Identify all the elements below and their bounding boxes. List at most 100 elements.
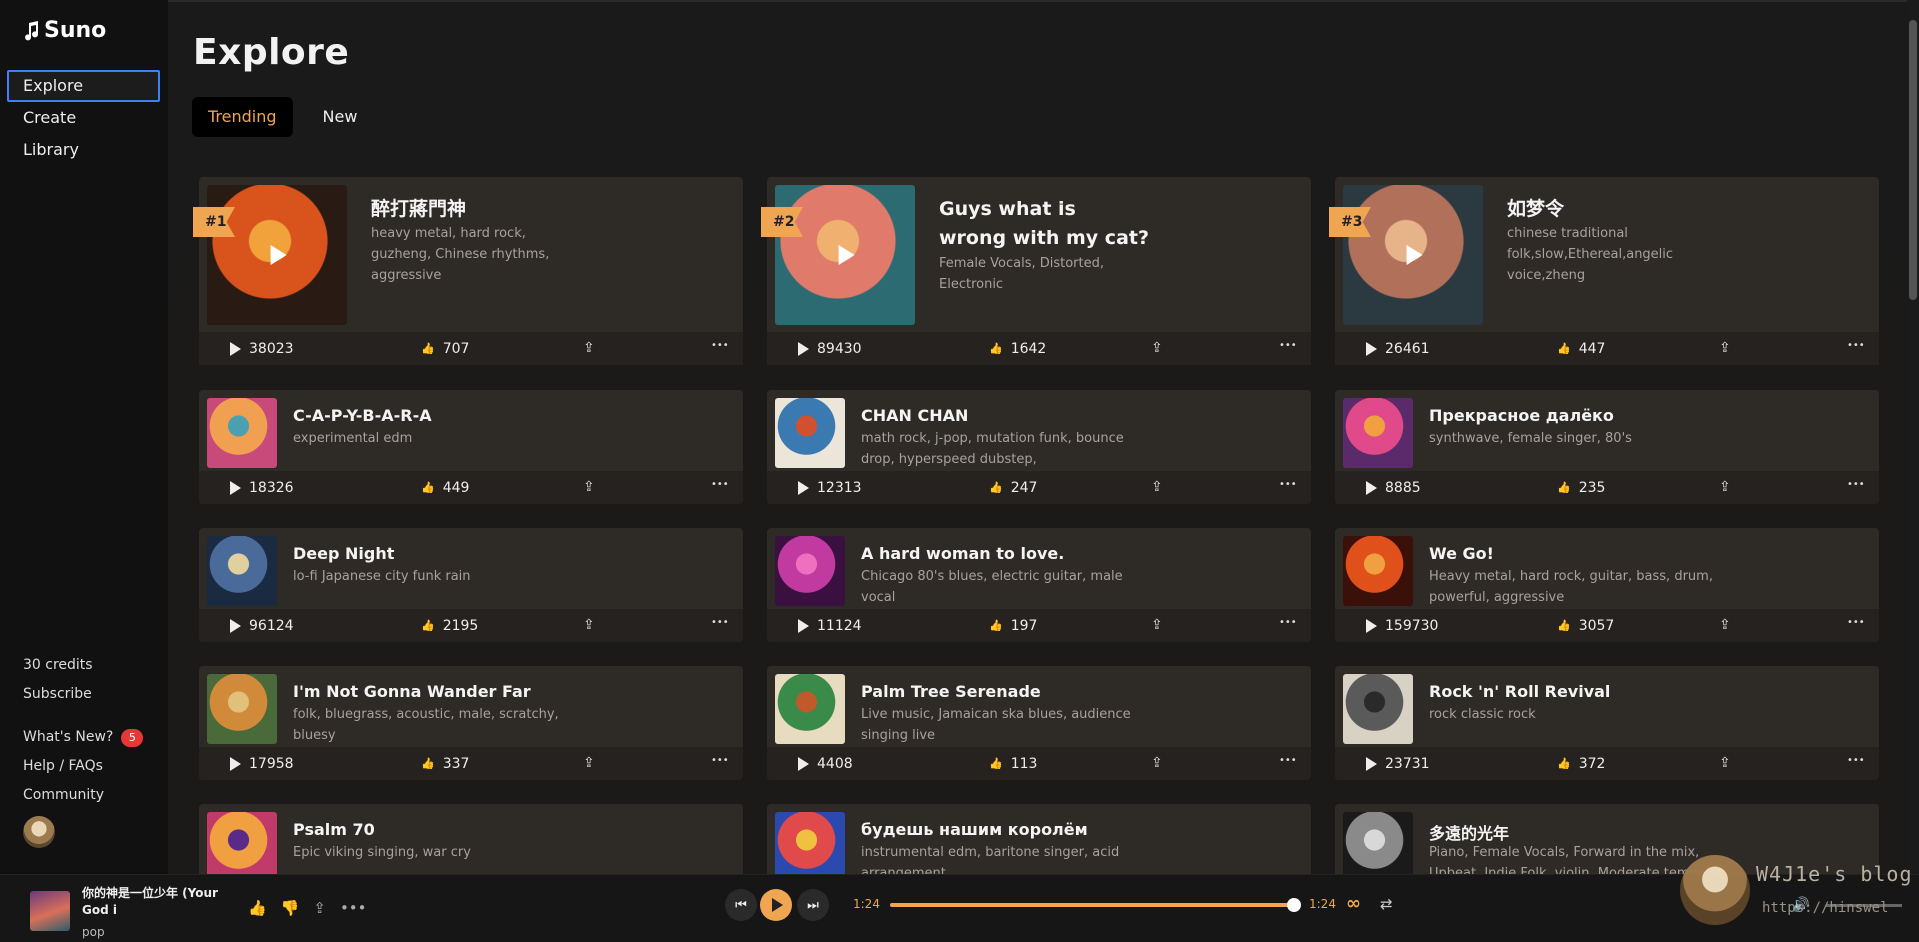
song-card[interactable]: Прекрасное далёко synthwave, female singe… [1335, 390, 1879, 504]
next-button[interactable]: ⏭ [797, 889, 829, 921]
like-count[interactable]: 👍 2195 [421, 618, 478, 634]
progress-bar[interactable] [890, 898, 1301, 912]
song-cover-art[interactable] [775, 674, 845, 744]
more-icon[interactable]: ••• [1847, 479, 1865, 490]
previous-button[interactable]: ⏮ [725, 889, 757, 921]
more-icon[interactable]: ••• [711, 617, 729, 628]
suno-logo[interactable]: Suno [22, 18, 106, 43]
song-title[interactable]: A hard woman to love. [861, 544, 1064, 563]
song-card[interactable]: Psalm 70 Epic viking singing, war cry [199, 804, 743, 874]
song-title[interactable]: Psalm 70 [293, 820, 375, 839]
song-card-featured[interactable]: #2 Guys what is wrong with my cat? Female … [761, 177, 1311, 365]
more-icon[interactable]: ••• [711, 755, 729, 766]
play-count[interactable]: 17958 [230, 756, 294, 772]
more-icon[interactable]: ••• [1847, 617, 1865, 628]
song-card[interactable]: CHAN CHAN math rock, j-pop, mutation funk… [767, 390, 1311, 504]
share-icon[interactable]: ⇪ [313, 899, 326, 917]
whats-new-link[interactable]: What's New? 5 [23, 723, 144, 752]
share-icon[interactable]: ⇪ [583, 479, 595, 495]
song-cover-art[interactable] [775, 398, 845, 468]
more-icon[interactable]: ••• [1279, 340, 1297, 351]
song-title[interactable]: Deep Night [293, 544, 394, 563]
like-count[interactable]: 👍 707 [421, 341, 469, 357]
song-cover-art[interactable] [207, 185, 347, 325]
song-card[interactable]: We Go! Heavy metal, hard rock, guitar, ba… [1335, 528, 1879, 642]
share-icon[interactable]: ⇪ [1151, 479, 1163, 495]
play-count[interactable]: 96124 [230, 618, 294, 634]
song-title[interactable]: Palm Tree Serenade [861, 682, 1041, 701]
song-title[interactable]: CHAN CHAN [861, 406, 968, 425]
song-cover-art[interactable] [1343, 185, 1483, 325]
song-title[interactable]: I'm Not Gonna Wander Far [293, 682, 531, 701]
play-count[interactable]: 18326 [230, 480, 294, 496]
like-count[interactable]: 👍 1642 [989, 341, 1046, 357]
share-icon[interactable]: ⇪ [1719, 755, 1731, 771]
more-icon[interactable]: ••• [340, 899, 367, 917]
song-cover-art[interactable] [775, 185, 915, 325]
song-card[interactable]: Deep Night lo-fi Japanese city funk rain 9… [199, 528, 743, 642]
song-cover-art[interactable] [775, 536, 845, 606]
share-icon[interactable]: ⇪ [583, 755, 595, 771]
like-count[interactable]: 👍 3057 [1557, 618, 1614, 634]
song-title[interactable]: Прекрасное далёко [1429, 406, 1614, 425]
share-icon[interactable]: ⇪ [1719, 617, 1731, 633]
share-icon[interactable]: ⇪ [1719, 340, 1731, 356]
player-cover-art[interactable] [30, 891, 70, 931]
play-count[interactable]: 23731 [1366, 756, 1430, 772]
song-cover-art[interactable] [1343, 812, 1413, 874]
song-cover-art[interactable] [207, 674, 277, 744]
play-count[interactable]: 89430 [798, 341, 862, 357]
sidebar-item-library[interactable]: Library [7, 134, 160, 166]
song-cover-art[interactable] [775, 812, 845, 874]
song-card[interactable]: A hard woman to love. Chicago 80's blues,… [767, 528, 1311, 642]
scrollbar[interactable] [1907, 0, 1919, 874]
share-icon[interactable]: ⇪ [1151, 340, 1163, 356]
like-count[interactable]: 👍 197 [989, 618, 1037, 634]
thumbs-up-icon[interactable]: 👍 [248, 899, 267, 917]
more-icon[interactable]: ••• [1847, 340, 1865, 351]
play-button[interactable] [760, 889, 792, 921]
song-card[interactable]: I'm Not Gonna Wander Far folk, bluegrass,… [199, 666, 743, 780]
like-count[interactable]: 👍 449 [421, 480, 469, 496]
song-card[interactable]: будешь нашим королём instrumental edm, ba… [767, 804, 1311, 874]
song-card-featured[interactable]: #1 醉打蔣門神 heavy metal, hard rock, guzheng, … [193, 177, 743, 365]
song-title[interactable]: Guys what is wrong with my cat? [939, 195, 1149, 253]
song-title[interactable]: 醉打蔣門神 [371, 195, 581, 224]
share-icon[interactable]: ⇪ [583, 617, 595, 633]
thumbs-down-icon[interactable]: 👎 [281, 899, 300, 917]
more-icon[interactable]: ••• [711, 479, 729, 490]
community-link[interactable]: Community [23, 781, 143, 810]
more-icon[interactable]: ••• [1847, 755, 1865, 766]
more-icon[interactable]: ••• [1279, 617, 1297, 628]
song-cover-art[interactable] [207, 812, 277, 874]
play-count[interactable]: 26461 [1366, 341, 1430, 357]
like-count[interactable]: 👍 447 [1557, 341, 1605, 357]
song-cover-art[interactable] [1343, 536, 1413, 606]
song-title[interactable]: Rock 'n' Roll Revival [1429, 682, 1610, 701]
like-count[interactable]: 👍 372 [1557, 756, 1605, 772]
progress-knob[interactable] [1287, 898, 1301, 912]
song-title[interactable]: 多遠的光年 [1429, 820, 1509, 844]
play-count[interactable]: 11124 [798, 618, 862, 634]
song-title[interactable]: C-A-P-Y-B-A-R-A [293, 406, 432, 425]
song-title[interactable]: 如梦令 [1507, 195, 1717, 224]
loop-icon[interactable]: ∞ [1346, 893, 1361, 914]
play-count[interactable]: 4408 [798, 756, 853, 772]
like-count[interactable]: 👍 235 [1557, 480, 1605, 496]
share-icon[interactable]: ⇪ [1151, 755, 1163, 771]
play-count[interactable]: 8885 [1366, 480, 1421, 496]
song-cover-art[interactable] [207, 398, 277, 468]
song-cover-art[interactable] [1343, 674, 1413, 744]
subscribe-link[interactable]: Subscribe [23, 680, 143, 709]
tab-new[interactable]: New [307, 97, 374, 137]
song-card[interactable]: Palm Tree Serenade Live music, Jamaican s… [767, 666, 1311, 780]
song-cover-art[interactable] [207, 536, 277, 606]
song-title[interactable]: будешь нашим королём [861, 820, 1088, 839]
play-count[interactable]: 159730 [1366, 618, 1438, 634]
more-icon[interactable]: ••• [1279, 755, 1297, 766]
song-card[interactable]: C-A-P-Y-B-A-R-A experimental edm 18326 👍 449… [199, 390, 743, 504]
scrollbar-thumb[interactable] [1909, 20, 1917, 300]
like-count[interactable]: 👍 247 [989, 480, 1037, 496]
share-icon[interactable]: ⇪ [583, 340, 595, 356]
song-card[interactable]: Rock 'n' Roll Revival rock classic rock 23… [1335, 666, 1879, 780]
